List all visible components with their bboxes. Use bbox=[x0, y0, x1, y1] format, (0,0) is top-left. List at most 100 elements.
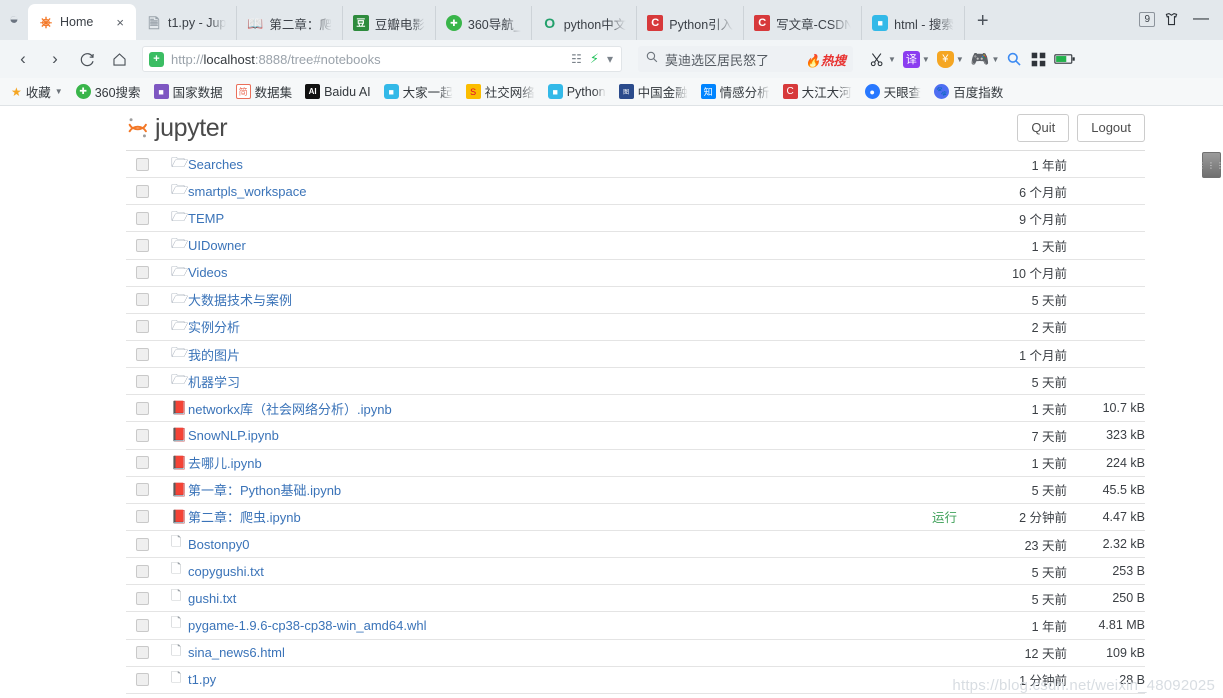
table-row[interactable]: 📕 第一章：Python基础.ipynb 5 天前 45.5 kB bbox=[126, 477, 1145, 504]
bookmark-item[interactable]: 简 数据集 bbox=[231, 82, 298, 101]
bookmark-item[interactable]: ■ 大家一起 bbox=[379, 82, 458, 101]
file-name-link[interactable]: pygame-1.9.6-cp38-cp38-win_amd64.whl bbox=[188, 618, 963, 633]
hot-search-badge[interactable]: 🔥热搜 bbox=[805, 50, 846, 69]
table-row[interactable]: 🗁 Searches 1 年前 bbox=[126, 151, 1145, 179]
row-checkbox[interactable] bbox=[136, 184, 149, 198]
tshirt-icon[interactable] bbox=[1157, 5, 1185, 33]
bookmark-item[interactable]: ■ Python bbox=[543, 84, 611, 99]
table-row[interactable]: 📕 networkx库（社会网络分析）.ipynb 1 天前 10.7 kB bbox=[126, 395, 1145, 423]
table-row[interactable]: 🗋 pygame-1.9.6-cp38-cp38-win_amd64.whl 1 年… bbox=[126, 612, 1145, 640]
chevron-down-icon[interactable]: ▼ bbox=[956, 55, 964, 64]
magnifier-icon[interactable] bbox=[1004, 51, 1025, 68]
table-row[interactable]: 🗋 copygushi.txt 5 天前 253 B bbox=[126, 558, 1145, 586]
translate-icon[interactable]: 译 ▼ bbox=[901, 50, 932, 68]
row-checkbox[interactable] bbox=[136, 238, 149, 252]
bookmark-item[interactable]: C 大江大河 bbox=[778, 82, 857, 101]
bookmark-item[interactable]: ✚ 360搜索 bbox=[71, 82, 146, 101]
row-checkbox[interactable] bbox=[136, 401, 149, 415]
file-name-link[interactable]: gushi.txt bbox=[188, 591, 963, 606]
file-name-link[interactable]: TEMP bbox=[188, 211, 963, 226]
table-row[interactable]: 🗁 TEMP 9 个月前 bbox=[126, 205, 1145, 233]
url-input[interactable]: + http://localhost:8888/tree#notebooks ☷… bbox=[142, 46, 622, 72]
bookmark-favorites[interactable]: ★ 收藏 ▼ bbox=[6, 82, 68, 101]
file-name-link[interactable]: 机器学习 bbox=[188, 372, 963, 391]
file-name-link[interactable]: 我的图片 bbox=[188, 345, 963, 364]
bookmark-item[interactable]: 知 情感分析 bbox=[696, 82, 775, 101]
file-name-link[interactable]: Searches bbox=[188, 157, 963, 172]
row-checkbox[interactable] bbox=[136, 428, 149, 442]
game-icon[interactable]: 🎮 ▼ bbox=[969, 50, 1002, 68]
table-row[interactable]: 🗋 sina_news6.html 12 天前 109 kB bbox=[126, 640, 1145, 667]
scroll-handle[interactable]: ⋮⋮⋮ bbox=[1198, 152, 1223, 178]
file-name-link[interactable]: UIDowner bbox=[188, 238, 963, 253]
table-row[interactable]: 🗁 机器学习 5 天前 bbox=[126, 368, 1145, 396]
scissors-icon[interactable]: ▼ bbox=[867, 51, 898, 68]
file-name-link[interactable]: 第一章：Python基础.ipynb bbox=[188, 480, 963, 499]
file-name-link[interactable]: smartpls_workspace bbox=[188, 184, 963, 199]
row-checkbox[interactable] bbox=[136, 266, 149, 280]
battery-icon[interactable] bbox=[1052, 52, 1078, 66]
coupon-icon[interactable]: ¥ ▼ bbox=[935, 50, 966, 68]
table-row[interactable]: 📕 第二章：爬虫.ipynb 运行 2 分钟前 4.47 kB bbox=[126, 504, 1145, 531]
new-tab-button[interactable]: + bbox=[965, 6, 1001, 40]
shield-icon[interactable]: + bbox=[149, 51, 164, 67]
bookmark-item[interactable]: 🐾 百度指数 bbox=[929, 82, 1008, 101]
table-row[interactable]: 🗁 大数据技术与案例 5 天前 bbox=[126, 287, 1145, 314]
chevron-down-icon[interactable]: ▾ bbox=[607, 52, 613, 66]
bookmark-item[interactable]: 图 中国金融 bbox=[614, 82, 693, 101]
bookmark-item[interactable]: S 社交网络 bbox=[461, 82, 540, 101]
bookmark-item[interactable]: ■ 国家数据 bbox=[149, 82, 228, 101]
tab-count-badge[interactable]: 9 bbox=[1139, 11, 1155, 27]
search-input[interactable]: 莫迪选区居民怒了 🔥热搜 bbox=[638, 46, 853, 72]
chevron-down-icon[interactable]: ▼ bbox=[991, 55, 999, 64]
apps-icon[interactable]: ☷ bbox=[571, 52, 582, 66]
row-checkbox[interactable] bbox=[136, 157, 149, 171]
chevron-down-icon[interactable]: ▼ bbox=[888, 55, 896, 64]
row-checkbox[interactable] bbox=[136, 456, 149, 470]
file-name-link[interactable]: Videos bbox=[188, 265, 963, 280]
row-checkbox[interactable] bbox=[136, 673, 149, 687]
row-checkbox[interactable] bbox=[136, 646, 149, 660]
table-row[interactable]: 🗁 UIDowner 1 天前 bbox=[126, 232, 1145, 260]
browser-tab[interactable]: ✚ 360导航_ bbox=[436, 6, 532, 40]
table-row[interactable]: 📕 去哪儿.ipynb 1 天前 224 kB bbox=[126, 450, 1145, 477]
table-row[interactable]: 🗋 Bostonpy0 23 天前 2.32 kB bbox=[126, 531, 1145, 559]
row-checkbox[interactable] bbox=[136, 537, 149, 551]
file-name-link[interactable]: 第二章：爬虫.ipynb bbox=[188, 507, 932, 526]
file-name-link[interactable]: 去哪儿.ipynb bbox=[188, 453, 963, 472]
file-name-link[interactable]: t1.py bbox=[188, 672, 963, 687]
table-row[interactable]: 🗁 实例分析 2 天前 bbox=[126, 314, 1145, 341]
file-name-link[interactable]: networkx库（社会网络分析）.ipynb bbox=[188, 399, 963, 418]
row-checkbox[interactable] bbox=[136, 618, 149, 632]
row-checkbox[interactable] bbox=[136, 591, 149, 605]
file-name-link[interactable]: 实例分析 bbox=[188, 317, 963, 336]
chevron-down-icon[interactable]: ▼ bbox=[55, 87, 63, 96]
row-checkbox[interactable] bbox=[136, 211, 149, 225]
reload-icon[interactable] bbox=[72, 44, 102, 74]
row-checkbox[interactable] bbox=[136, 510, 149, 524]
bookmark-item[interactable]: AI Baidu AI bbox=[300, 84, 376, 99]
table-row[interactable]: 🗋 gushi.txt 5 天前 250 B bbox=[126, 585, 1145, 613]
file-name-link[interactable]: SnowNLP.ipynb bbox=[188, 428, 963, 443]
file-name-link[interactable]: 大数据技术与案例 bbox=[188, 290, 963, 309]
chevron-down-icon[interactable]: ▼ bbox=[922, 55, 930, 64]
quit-button[interactable]: Quit bbox=[1017, 114, 1070, 142]
file-name-link[interactable]: copygushi.txt bbox=[188, 564, 963, 579]
browser-tab[interactable]: O python中文 bbox=[532, 6, 638, 40]
bookmark-item[interactable]: ● 天眼查 bbox=[860, 82, 927, 101]
browser-tab[interactable]: C Python引入 bbox=[637, 6, 745, 40]
browser-menu-icon[interactable]: ◒ bbox=[0, 0, 28, 40]
row-checkbox[interactable] bbox=[136, 374, 149, 388]
row-checkbox[interactable] bbox=[136, 293, 149, 307]
table-row[interactable]: 🗁 smartpls_workspace 6 个月前 bbox=[126, 178, 1145, 206]
table-row[interactable]: 🗁 我的图片 1 个月前 bbox=[126, 341, 1145, 369]
browser-tab[interactable]: ⎈ Home × bbox=[28, 4, 136, 40]
jupyter-logo[interactable]: jupyter bbox=[126, 114, 228, 143]
row-checkbox[interactable] bbox=[136, 564, 149, 578]
browser-tab[interactable]: 🗎 t1.py - Jup bbox=[136, 6, 238, 40]
close-icon[interactable]: × bbox=[114, 15, 126, 30]
table-row[interactable]: 📕 SnowNLP.ipynb 7 天前 323 kB bbox=[126, 422, 1145, 450]
browser-tab[interactable]: ■ html - 搜索 bbox=[862, 6, 965, 40]
browser-tab[interactable]: C 写文章-CSDN bbox=[744, 6, 863, 40]
row-checkbox[interactable] bbox=[136, 483, 149, 497]
